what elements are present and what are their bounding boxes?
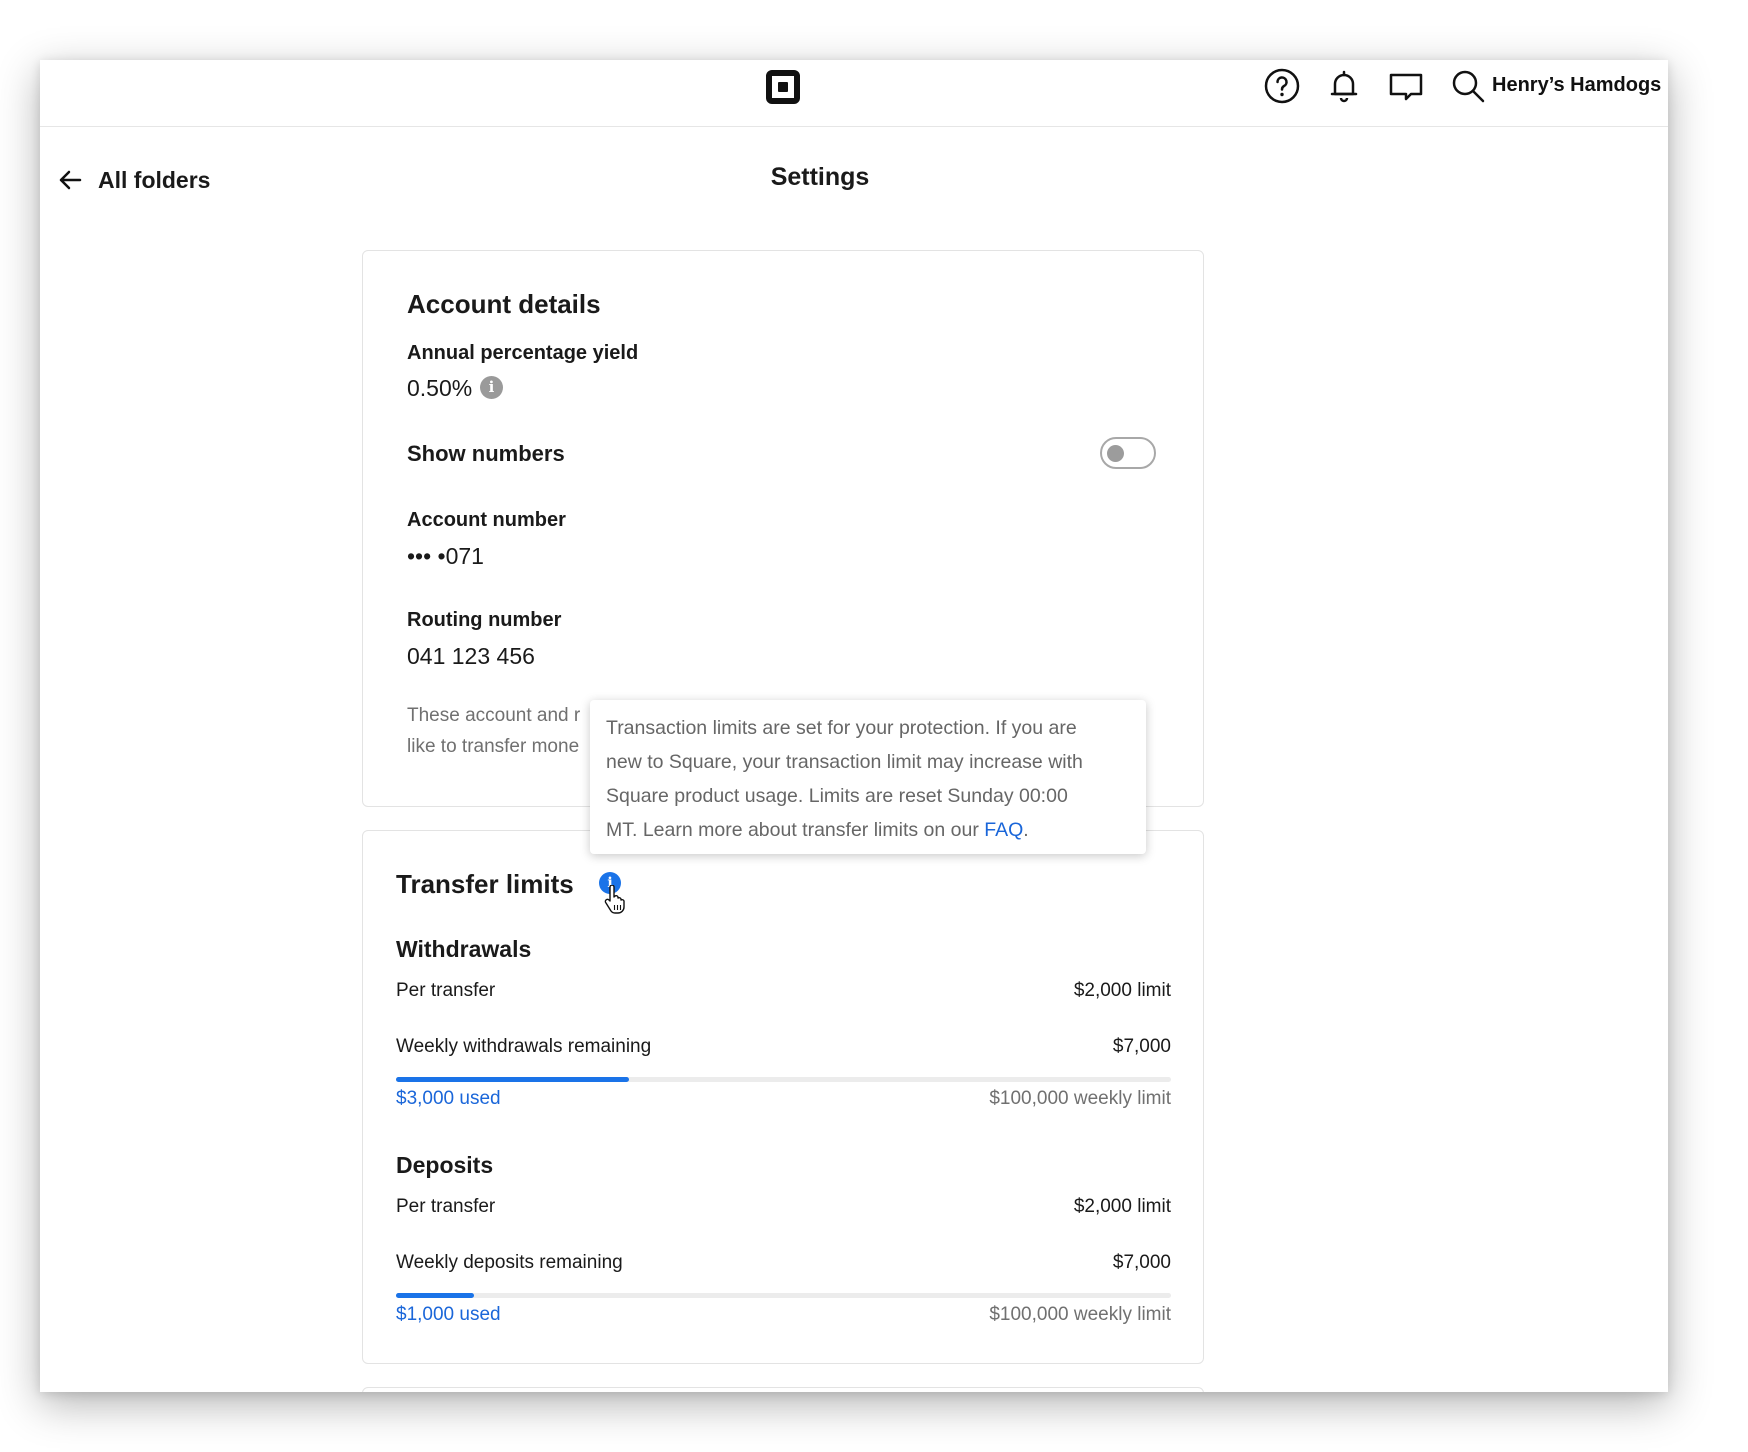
deposits-per-transfer-value: $2,000 limit: [1073, 1196, 1171, 1217]
merchant-name[interactable]: Henry’s Hamdogs: [1492, 74, 1661, 97]
transfer-limits-heading: Transfer limits: [396, 869, 574, 899]
weekly-deposits-label: Weekly deposits remaining: [396, 1252, 623, 1273]
help-icon[interactable]: [1262, 66, 1302, 106]
transfer-limits-card: Transfer limits i Withdrawals Per transf…: [362, 830, 1204, 1364]
tooltip-line: Transaction limits are set for your prot…: [606, 717, 1077, 739]
withdrawals-heading: Withdrawals: [396, 936, 532, 962]
toggle-knob: [1107, 445, 1124, 462]
withdrawals-progress-fill: [396, 1077, 629, 1082]
page-title: Settings: [770, 163, 870, 191]
tooltip-text: MT. Learn more about transfer limits on …: [606, 819, 985, 841]
account-number-label: Account number: [407, 509, 566, 531]
faq-link[interactable]: FAQ: [984, 819, 1023, 841]
app-window: Henry’s Hamdogs All folders Settings Acc…: [40, 60, 1668, 1392]
weekly-withdrawals-label: Weekly withdrawals remaining: [396, 1036, 652, 1057]
tooltip-period: .: [1023, 819, 1029, 841]
info-icon[interactable]: i: [480, 376, 503, 399]
show-numbers-label: Show numbers: [407, 441, 565, 466]
withdrawals-weekly-limit: $100,000 weekly limit: [989, 1088, 1171, 1109]
withdrawals-per-transfer-value: $2,000 limit: [1073, 980, 1171, 1001]
tooltip-line: MT. Learn more about transfer limits on …: [606, 813, 1130, 847]
search-icon[interactable]: [1448, 66, 1488, 106]
weekly-withdrawals-value: $7,000: [1112, 1036, 1171, 1057]
routing-number-value: 041 123 456: [407, 643, 535, 669]
apy-value: 0.50%: [407, 375, 473, 401]
deposits-heading: Deposits: [396, 1152, 494, 1178]
hand-pointer-icon: [604, 885, 625, 914]
transfer-limits-tooltip: Transaction limits are set for your prot…: [590, 700, 1146, 854]
account-number-value: ••• •071: [407, 543, 484, 569]
deposits-weekly-limit: $100,000 weekly limit: [989, 1304, 1171, 1325]
account-disclaimer: These account and r like to transfer mon…: [407, 700, 591, 762]
tooltip-line: Square product usage. Limits are reset S…: [606, 785, 1068, 807]
bell-icon[interactable]: [1324, 66, 1364, 106]
disclaimer-line: like to transfer mone: [407, 736, 580, 757]
account-details-heading: Account details: [407, 289, 601, 319]
withdrawals-progress-bar: [396, 1077, 1171, 1082]
deposits-progress-bar: [396, 1293, 1171, 1298]
show-numbers-toggle[interactable]: [1100, 437, 1156, 469]
disclaimer-line: These account and r: [407, 705, 581, 726]
message-icon[interactable]: [1386, 66, 1426, 106]
next-card: [362, 1387, 1204, 1392]
square-logo-icon[interactable]: [766, 70, 800, 104]
withdrawals-used: $3,000 used: [396, 1088, 501, 1109]
withdrawals-per-transfer-label: Per transfer: [396, 980, 496, 1001]
routing-number-label: Routing number: [407, 609, 562, 631]
top-bar: Henry’s Hamdogs: [40, 60, 1668, 127]
deposits-progress-fill: [396, 1293, 474, 1298]
deposits-per-transfer-label: Per transfer: [396, 1196, 496, 1217]
weekly-deposits-value: $7,000: [1112, 1252, 1171, 1273]
apy-label: Annual percentage yield: [407, 342, 639, 364]
tooltip-line: new to Square, your transaction limit ma…: [606, 751, 1083, 773]
deposits-used: $1,000 used: [396, 1304, 501, 1325]
